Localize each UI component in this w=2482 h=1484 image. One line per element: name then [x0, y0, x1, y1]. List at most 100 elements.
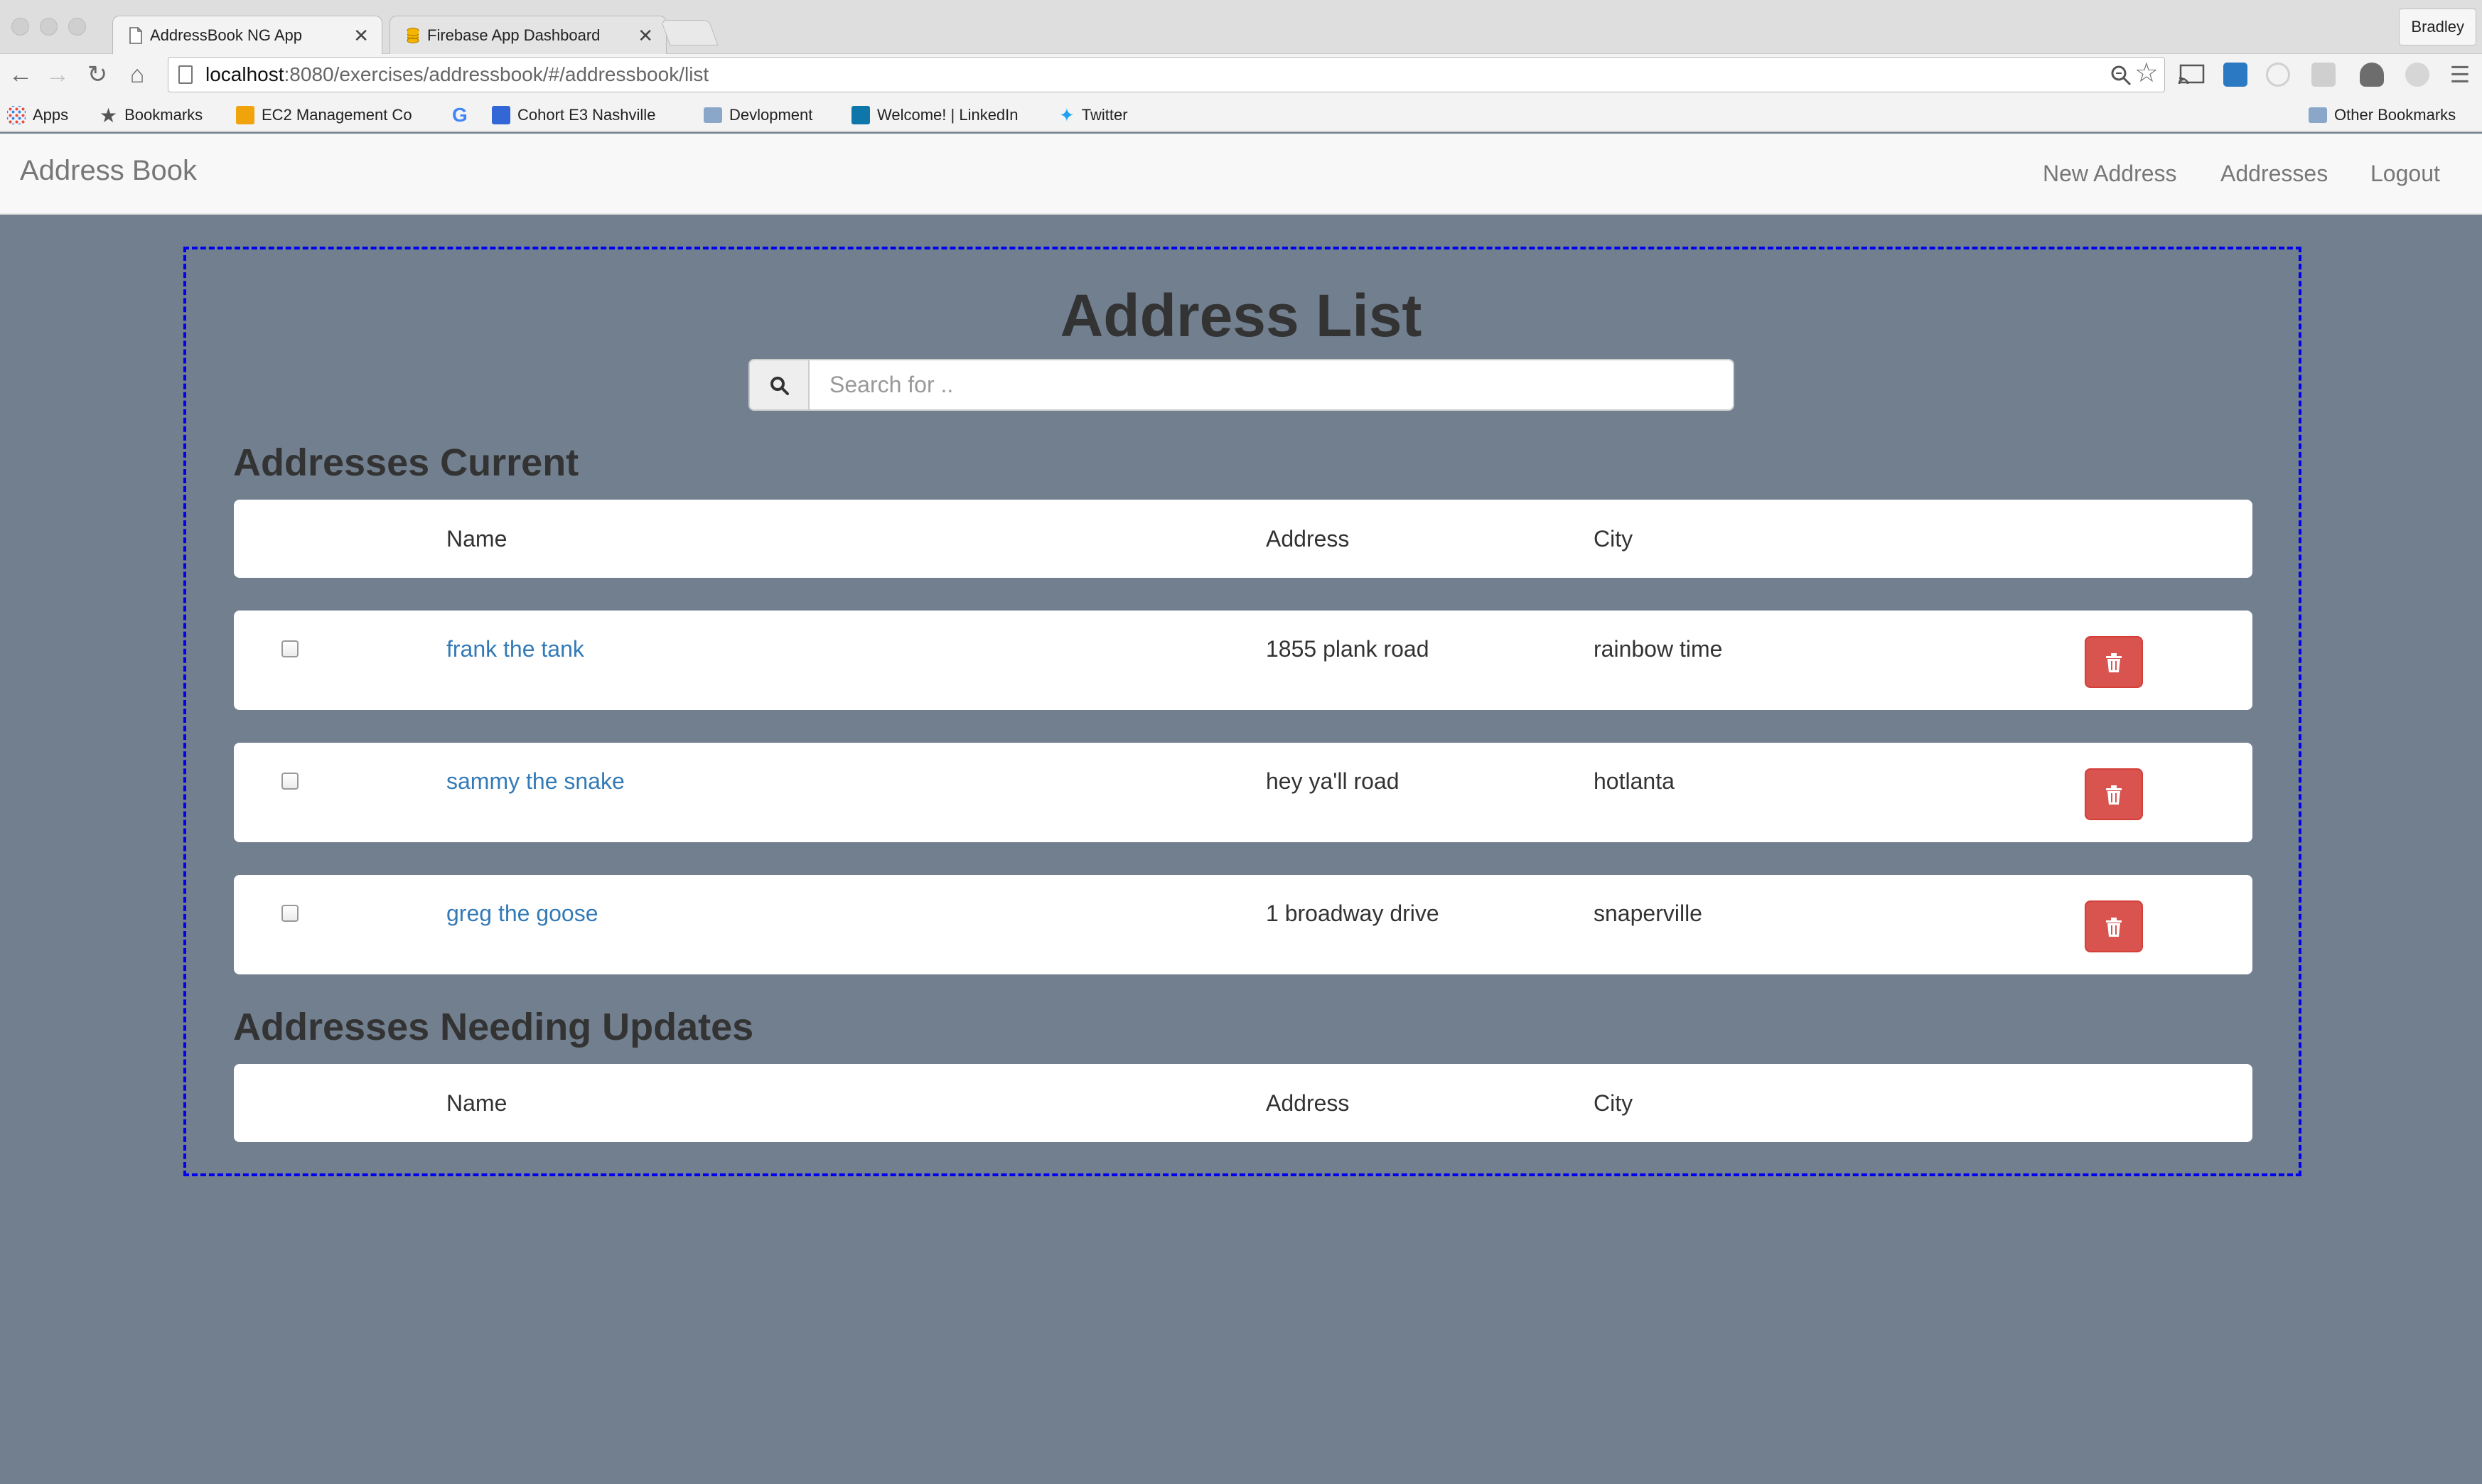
apps-grid-icon	[7, 106, 26, 124]
new-tab-button[interactable]	[660, 20, 719, 45]
google-icon: G	[452, 104, 468, 126]
bookmark-devlopment[interactable]: Devlopment	[704, 104, 812, 127]
tab-close-icon[interactable]: ✕	[638, 25, 653, 47]
trash-icon	[2106, 918, 2122, 937]
nav-new-address[interactable]: New Address	[2043, 161, 2177, 187]
address-city: hotlanta	[1594, 768, 1675, 794]
tab-addressbook[interactable]: AddressBook NG App ✕	[112, 16, 382, 54]
reload-icon[interactable]: ↻	[82, 60, 112, 90]
row-checkbox[interactable]	[281, 905, 299, 922]
row-checkbox[interactable]	[281, 640, 299, 657]
bookmark-bookmarks[interactable]: ★ Bookmarks	[100, 104, 203, 127]
bookmark-linkedin[interactable]: Welcome! | LinkedIn	[851, 104, 1019, 127]
sync-extension-icon[interactable]	[2266, 63, 2290, 87]
menu-icon[interactable]: ☰	[2445, 60, 2475, 90]
tab-firebase[interactable]: Firebase App Dashboard ✕	[390, 16, 667, 54]
address-bar[interactable]: localhost:8080/exercises/addressbook/#/a…	[168, 57, 2165, 92]
table-row: frank the tank 1855 plank road rainbow t…	[234, 611, 2252, 710]
bookmark-label: Apps	[33, 106, 69, 124]
close-window-button[interactable]	[11, 18, 29, 36]
bookmark-google[interactable]: G	[452, 104, 468, 127]
aws-icon	[236, 106, 254, 124]
address-name-link[interactable]: greg the goose	[446, 900, 598, 927]
navbar-brand[interactable]: Address Book	[20, 155, 197, 187]
address-city: snaperville	[1594, 900, 1702, 926]
address-name-link[interactable]: sammy the snake	[446, 768, 625, 795]
app-navbar: Address Book New Address Addresses Logou…	[0, 134, 2482, 215]
bookmark-label: Welcome! | LinkedIn	[877, 106, 1019, 124]
minimize-window-button[interactable]	[40, 18, 58, 36]
nav-logout[interactable]: Logout	[2370, 161, 2440, 187]
bookmark-cohort[interactable]: Cohort E3 Nashville	[492, 104, 682, 127]
url-path: :8080/exercises/addressbook/#/addressboo…	[284, 63, 709, 85]
address-street: hey ya'll road	[1266, 768, 1400, 794]
folder-icon	[704, 107, 722, 123]
forward-arrow-icon[interactable]: →	[43, 60, 72, 90]
angular-extension-icon[interactable]	[2360, 63, 2384, 87]
back-arrow-icon[interactable]: ←	[6, 60, 36, 90]
bookmark-label: Other Bookmarks	[2334, 106, 2456, 124]
bookmark-apps[interactable]: Apps	[7, 104, 68, 127]
document-icon	[129, 26, 142, 44]
column-header-name: Name	[446, 1090, 507, 1116]
zoom-icon[interactable]	[2110, 65, 2132, 86]
delete-button[interactable]	[2085, 900, 2143, 952]
table-row: greg the goose 1 broadway drive snapervi…	[234, 875, 2252, 974]
star-icon: ★	[100, 104, 118, 127]
cast-icon[interactable]	[2178, 64, 2205, 85]
bookmark-ec2[interactable]: EC2 Management Co	[236, 104, 429, 127]
address-street: 1855 plank road	[1266, 636, 1429, 662]
linkedin-icon	[851, 106, 870, 124]
search-input[interactable]	[808, 359, 1734, 411]
bookmarks-bar: Apps ★ Bookmarks EC2 Management Co G Coh…	[0, 97, 2482, 132]
page-icon	[178, 65, 193, 84]
row-checkbox[interactable]	[281, 773, 299, 790]
browser-tab-strip: AddressBook NG App ✕ Firebase App Dashbo…	[0, 0, 2482, 54]
column-header-name: Name	[446, 526, 507, 552]
column-header-city: City	[1594, 526, 1633, 552]
address-city: rainbow time	[1594, 636, 1723, 662]
section-title-current: Addresses Current	[233, 441, 579, 484]
table-header-current: Name Address City	[234, 500, 2252, 578]
page-title: Address List	[1060, 282, 1422, 349]
trash-icon	[2106, 785, 2122, 805]
url-host: localhost	[205, 63, 284, 85]
bookmark-twitter[interactable]: ✦ Twitter	[1059, 104, 1128, 127]
search-icon	[770, 377, 789, 395]
angular-devtools-icon[interactable]	[2405, 63, 2429, 87]
table-row: sammy the snake hey ya'll road hotlanta	[234, 743, 2252, 842]
nav-addresses[interactable]: Addresses	[2220, 161, 2328, 187]
tab-title: Firebase App Dashboard	[427, 26, 601, 44]
address-street: 1 broadway drive	[1266, 900, 1439, 926]
home-icon[interactable]: ⌂	[122, 60, 152, 90]
tab-close-icon[interactable]: ✕	[353, 25, 369, 47]
browser-toolbar: ← → ↻ ⌂ localhost:8080/exercises/address…	[0, 54, 2482, 97]
column-header-city: City	[1594, 1090, 1633, 1116]
search-group	[748, 359, 1734, 411]
column-header-address: Address	[1266, 526, 1350, 552]
bookmark-label: EC2 Management Co	[262, 106, 412, 124]
profile-button[interactable]: Bradley	[2399, 9, 2476, 45]
chat-icon	[492, 106, 510, 124]
section-title-updates: Addresses Needing Updates	[233, 1006, 754, 1048]
bookmark-label: Bookmarks	[124, 106, 203, 124]
bookmark-label: Cohort E3 Nashville	[517, 106, 656, 124]
firebase-db-icon	[407, 27, 419, 43]
twitter-icon: ✦	[1059, 104, 1075, 126]
table-header-updates: Name Address City	[234, 1064, 2252, 1142]
address-name-link[interactable]: frank the tank	[446, 636, 584, 662]
bookmark-other[interactable]: Other Bookmarks	[2309, 104, 2456, 127]
folder-icon	[2309, 107, 2327, 123]
bookmark-label: Twitter	[1081, 106, 1128, 124]
bookmark-star-icon[interactable]: ☆	[2134, 56, 2159, 90]
search-addon	[748, 359, 810, 411]
beta-extension-icon[interactable]	[2223, 63, 2247, 87]
bookmark-label: Devlopment	[729, 106, 813, 124]
trash-icon	[2106, 653, 2122, 672]
column-header-address: Address	[1266, 1090, 1350, 1116]
delete-button[interactable]	[2085, 636, 2143, 688]
op-extension-icon[interactable]	[2311, 63, 2336, 87]
tab-title: AddressBook NG App	[150, 26, 303, 44]
delete-button[interactable]	[2085, 768, 2143, 820]
maximize-window-button[interactable]	[68, 18, 86, 36]
